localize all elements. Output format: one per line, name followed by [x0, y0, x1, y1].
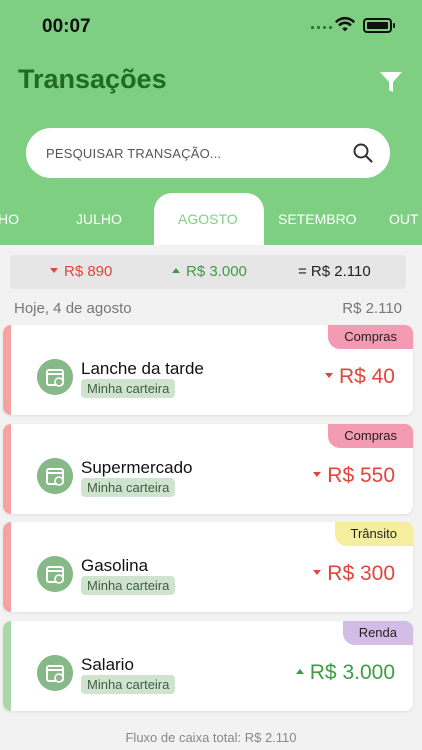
- wallet-badge: Minha carteira: [81, 379, 176, 398]
- card-stripe: [3, 621, 11, 711]
- date-label: Hoje, 4 de agosto: [14, 300, 132, 317]
- card-stripe: [3, 522, 11, 612]
- transaction-amount: R$ 40: [324, 365, 395, 389]
- amount-value: R$ 300: [327, 562, 395, 585]
- card-stripe: [3, 424, 11, 514]
- calendar-icon: [37, 458, 73, 494]
- header: 00:07 Transações PESQUISAR TRANSAÇÃO... …: [0, 0, 422, 245]
- arrow-down-icon: [313, 471, 322, 477]
- calendar-icon: [37, 655, 73, 691]
- tab-month-september[interactable]: SETEMBRO: [278, 211, 357, 227]
- arrow-up-icon: [295, 668, 304, 674]
- tab-month-august[interactable]: AGOSTO: [178, 211, 238, 227]
- transaction-card[interactable]: Trânsito Gasolina Minha carteira R$ 300: [3, 522, 413, 612]
- battery-icon: [363, 18, 395, 33]
- card-stripe: [3, 325, 11, 415]
- search-placeholder: PESQUISAR TRANSAÇÃO...: [46, 146, 222, 161]
- transaction-card[interactable]: Renda Salario Minha carteira R$ 3.000: [3, 621, 413, 711]
- arrow-up-icon: [172, 267, 180, 273]
- signal-icon: [311, 26, 332, 29]
- category-tag: Compras: [328, 424, 413, 448]
- date-group-header: Hoje, 4 de agosto R$ 2.110: [0, 295, 422, 321]
- page-title: Transações: [18, 64, 167, 94]
- tab-month-july[interactable]: JULHO: [76, 211, 122, 227]
- amount-value: R$ 3.000: [309, 661, 395, 684]
- tab-month-prev[interactable]: HO: [0, 211, 19, 227]
- wallet-badge: Minha carteira: [81, 675, 176, 694]
- wallet-badge: Minha carteira: [81, 478, 176, 497]
- month-tabs: HO JULHO AGOSTO SETEMBRO OUT: [0, 193, 422, 245]
- summary-expense-value: R$ 890: [64, 263, 113, 280]
- summary-balance: = R$ 2.110: [298, 263, 371, 280]
- arrow-down-icon: [313, 569, 322, 575]
- amount-value: R$ 40: [338, 365, 395, 388]
- transaction-title: Salario: [81, 655, 134, 674]
- arrow-down-icon: [324, 372, 333, 378]
- transaction-title: Supermercado: [81, 458, 193, 477]
- transaction-amount: R$ 550: [313, 464, 395, 488]
- summary-income-value: R$ 3.000: [186, 263, 247, 280]
- transaction-title: Lanche da tarde: [81, 359, 204, 378]
- category-tag: Trânsito: [334, 522, 413, 546]
- transaction-card[interactable]: Compras Supermercado Minha carteira R$ 5…: [3, 424, 413, 514]
- search-input[interactable]: PESQUISAR TRANSAÇÃO...: [26, 128, 390, 178]
- calendar-icon: [37, 359, 73, 395]
- wifi-icon: [334, 16, 356, 32]
- category-tag: Renda: [342, 621, 413, 645]
- calendar-icon: [37, 556, 73, 592]
- date-total: R$ 2.110: [342, 300, 402, 317]
- cashflow-footer: Fluxo de caixa total: R$ 2.110: [125, 730, 297, 745]
- transaction-amount: R$ 3.000: [295, 661, 395, 685]
- summary-expense: R$ 890: [50, 263, 112, 280]
- search-icon[interactable]: [352, 142, 374, 164]
- summary-income: R$ 3.000: [172, 263, 247, 280]
- amount-value: R$ 550: [327, 464, 395, 487]
- category-tag: Compras: [328, 325, 413, 349]
- filter-icon[interactable]: [378, 70, 404, 94]
- status-time: 00:07: [42, 16, 91, 37]
- status-bar: 00:07: [0, 0, 422, 50]
- tab-month-next[interactable]: OUT: [389, 211, 419, 227]
- transaction-card[interactable]: Compras Lanche da tarde Minha carteira R…: [3, 325, 413, 415]
- arrow-down-icon: [50, 267, 58, 273]
- summary-bar: R$ 890 R$ 3.000 = R$ 2.110: [10, 255, 406, 289]
- wallet-badge: Minha carteira: [81, 576, 176, 595]
- transaction-title: Gasolina: [81, 556, 149, 575]
- transaction-amount: R$ 300: [313, 562, 395, 586]
